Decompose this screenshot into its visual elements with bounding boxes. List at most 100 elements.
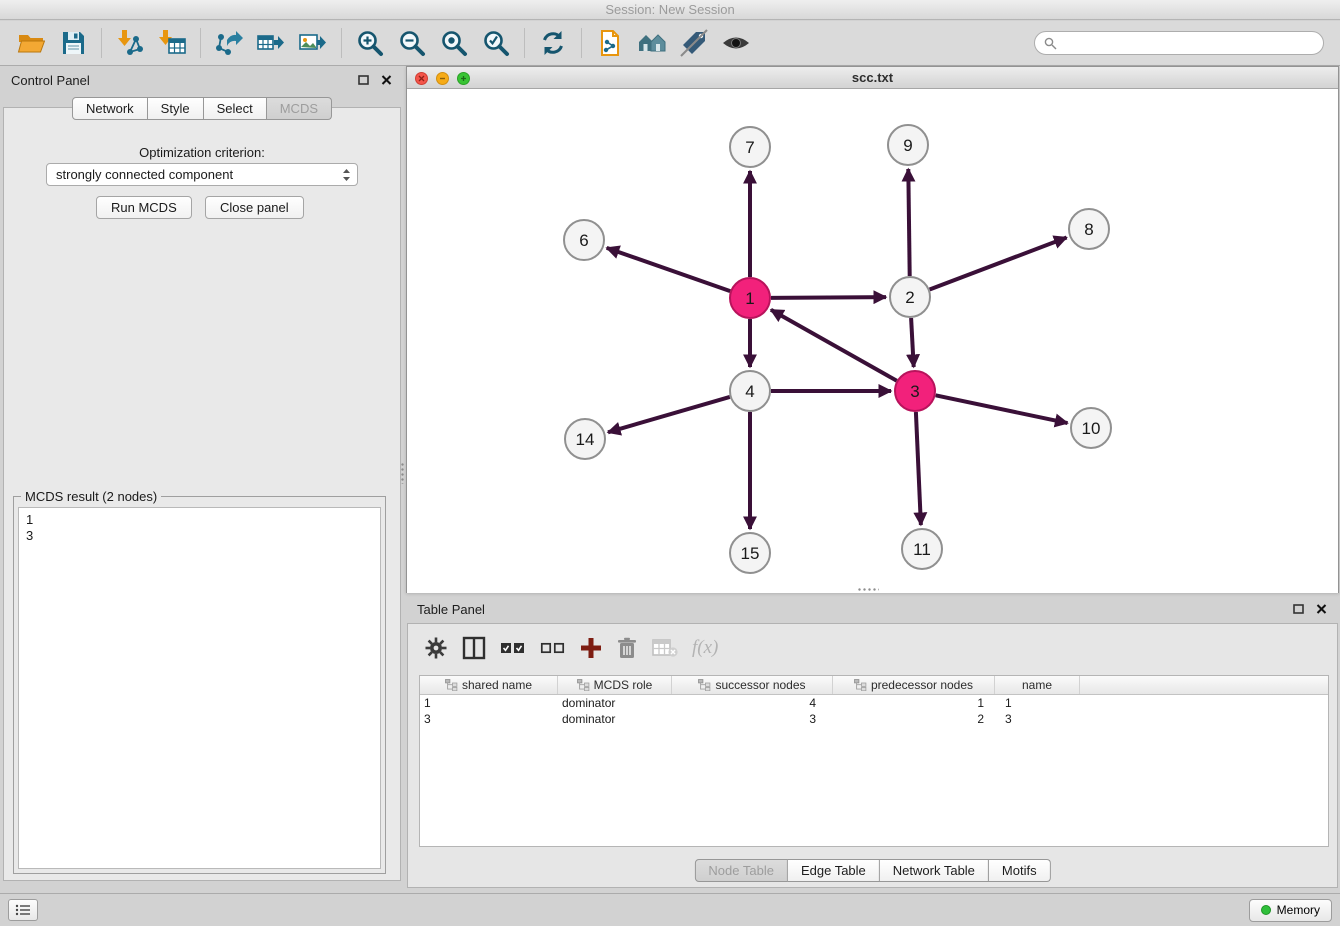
graph-node-3[interactable]: 3 (895, 371, 935, 411)
column-header-predecessor-nodes[interactable]: predecessor nodes (833, 676, 995, 694)
cell-shared-name[interactable]: 3 (420, 711, 558, 727)
graph-edge-2-3[interactable] (911, 318, 914, 367)
mcds-result-line: 1 (26, 512, 373, 528)
cell-shared-name[interactable]: 1 (420, 695, 558, 711)
tab-edge-table[interactable]: Edge Table (788, 859, 880, 882)
table-row[interactable]: 1 dominator 4 1 1 (420, 695, 1328, 711)
cell-name[interactable]: 3 (995, 711, 1080, 727)
import-network-button[interactable] (109, 24, 151, 62)
graph-edge-1-6[interactable] (607, 248, 731, 291)
column-header-mcds-role[interactable]: MCDS role (558, 676, 672, 694)
zoom-selected-button[interactable] (475, 24, 517, 62)
graph-edge-3-10[interactable] (936, 395, 1068, 423)
graph-node-9[interactable]: 9 (888, 125, 928, 165)
select-all-columns-button[interactable] (500, 633, 526, 663)
graph-edge-4-14[interactable] (608, 397, 730, 432)
tab-network-table[interactable]: Network Table (880, 859, 989, 882)
first-neighbors-button[interactable] (631, 24, 673, 62)
zoom-in-icon (356, 29, 384, 57)
toolbar-separator (581, 28, 582, 58)
vertical-splitter-grip[interactable] (400, 462, 406, 484)
graph-edge-3-11[interactable] (916, 412, 921, 525)
window-close-button[interactable] (415, 72, 428, 85)
run-mcds-button[interactable]: Run MCDS (96, 196, 192, 219)
toolbar-search[interactable] (1034, 31, 1324, 55)
cell-successor-nodes[interactable]: 3 (672, 711, 833, 727)
table-row[interactable]: 3 dominator 3 2 3 (420, 711, 1328, 727)
graph-edge-2-9[interactable] (908, 169, 909, 276)
annotations-button[interactable] (673, 24, 715, 62)
table-settings-button[interactable] (424, 633, 448, 663)
float-panel-button[interactable] (356, 74, 370, 87)
close-panel-button[interactable] (379, 74, 393, 87)
float-table-panel-button[interactable] (1291, 603, 1305, 616)
memory-button[interactable]: Memory (1249, 899, 1332, 922)
cell-name[interactable]: 1 (995, 695, 1080, 711)
network-window-titlebar[interactable]: scc.txt (407, 67, 1338, 89)
graph-node-6[interactable]: 6 (564, 220, 604, 260)
optimization-select[interactable]: strongly connected component (46, 163, 358, 186)
zoom-fit-button[interactable] (433, 24, 475, 62)
graph-node-10[interactable]: 10 (1071, 408, 1111, 448)
export-image-button[interactable] (292, 24, 334, 62)
column-label: successor nodes (715, 678, 805, 692)
graph-node-15[interactable]: 15 (730, 533, 770, 573)
save-session-button[interactable] (52, 24, 94, 62)
graph-node-2[interactable]: 2 (890, 277, 930, 317)
graph-node-7[interactable]: 7 (730, 127, 770, 167)
mcds-result-list[interactable]: 1 3 (18, 507, 381, 869)
zoom-out-button[interactable] (391, 24, 433, 62)
cell-successor-nodes[interactable]: 4 (672, 695, 833, 711)
graph-node-14[interactable]: 14 (565, 419, 605, 459)
show-graphics-details-button[interactable] (715, 24, 757, 62)
tab-node-table[interactable]: Node Table (694, 859, 788, 882)
deselect-all-columns-button[interactable] (540, 633, 566, 663)
tab-motifs[interactable]: Motifs (989, 859, 1051, 882)
delete-column-button[interactable] (616, 633, 638, 663)
function-builder-button[interactable]: f(x) (692, 633, 718, 663)
export-image-icon (299, 29, 327, 57)
create-column-button[interactable] (580, 633, 602, 663)
zoom-in-button[interactable] (349, 24, 391, 62)
network-graph[interactable]: 7 9 6 8 1 2 4 3 14 10 15 11 (407, 90, 1338, 593)
tab-select[interactable]: Select (204, 97, 267, 120)
delete-table-button[interactable] (652, 633, 678, 663)
graph-node-11[interactable]: 11 (902, 529, 942, 569)
tab-mcds[interactable]: MCDS (267, 97, 332, 120)
column-label: predecessor nodes (871, 678, 973, 692)
show-columns-button[interactable] (462, 633, 486, 663)
import-table-button[interactable] (151, 24, 193, 62)
tab-network[interactable]: Network (72, 97, 148, 120)
graph-node-8[interactable]: 8 (1069, 209, 1109, 249)
graph-node-label: 10 (1082, 419, 1101, 438)
column-header-shared-name[interactable]: shared name (420, 676, 558, 694)
deselect-all-icon (540, 638, 566, 658)
task-history-button[interactable] (8, 899, 38, 921)
tab-style[interactable]: Style (148, 97, 204, 120)
open-session-button[interactable] (10, 24, 52, 62)
column-header-successor-nodes[interactable]: successor nodes (672, 676, 833, 694)
network-canvas[interactable]: 7 9 6 8 1 2 4 3 14 10 15 11 (407, 90, 1338, 593)
cell-predecessor-nodes[interactable]: 1 (833, 695, 995, 711)
graph-edge-3-1[interactable] (771, 310, 897, 381)
network-file-button[interactable] (589, 24, 631, 62)
close-table-panel-button[interactable] (1314, 603, 1328, 616)
graph-node-1[interactable]: 1 (730, 278, 770, 318)
graph-edge-1-2[interactable] (771, 297, 886, 298)
search-input[interactable] (1062, 36, 1314, 50)
close-panel-action-button[interactable]: Close panel (205, 196, 304, 219)
refresh-network-button[interactable] (532, 24, 574, 62)
export-network-button[interactable] (208, 24, 250, 62)
horizontal-splitter-grip[interactable] (857, 587, 879, 593)
cell-mcds-role[interactable]: dominator (558, 695, 672, 711)
memory-status-dot (1261, 905, 1271, 915)
cell-predecessor-nodes[interactable]: 2 (833, 711, 995, 727)
window-zoom-button[interactable] (457, 72, 470, 85)
graph-node-4[interactable]: 4 (730, 371, 770, 411)
mcds-panel: Optimization criterion: strongly connect… (3, 107, 401, 881)
window-minimize-button[interactable] (436, 72, 449, 85)
export-table-button[interactable] (250, 24, 292, 62)
cell-mcds-role[interactable]: dominator (558, 711, 672, 727)
column-header-name[interactable]: name (995, 676, 1080, 694)
graph-edge-2-8[interactable] (930, 238, 1067, 290)
